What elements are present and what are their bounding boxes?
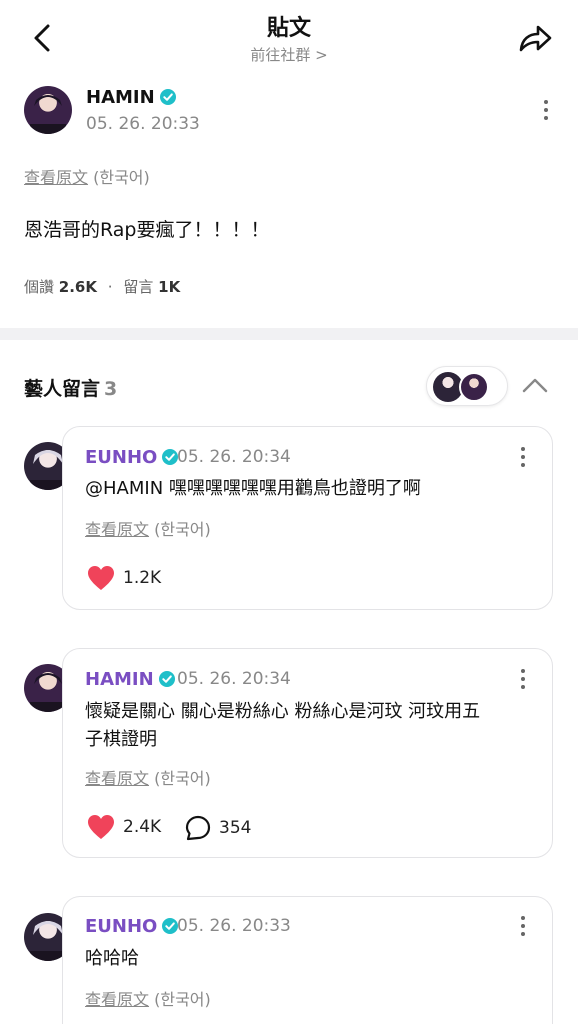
- heart-icon: [88, 566, 114, 590]
- chevron-up-icon: [522, 378, 548, 393]
- page-title: 貼文: [266, 16, 311, 41]
- collapse-button[interactable]: [520, 370, 550, 400]
- post-body-text: 恩浩哥的Rap要瘋了！！！！: [24, 219, 270, 241]
- comment-date: 05. 26. 20:33: [177, 916, 291, 936]
- more-vertical-icon: [521, 447, 525, 451]
- comment-card: EUNHO 05. 26. 20:33 哈哈哈 查看原文 (한국어): [62, 896, 553, 1024]
- comment-author-name[interactable]: EUNHO: [85, 447, 179, 468]
- artist-comments-title: 藝人留言 3: [24, 378, 118, 400]
- comment-bubble-icon: [185, 815, 211, 841]
- more-vertical-icon: [544, 100, 548, 104]
- comment-text: 哈哈哈: [85, 948, 139, 969]
- heart-icon: [88, 815, 114, 839]
- comment-view-original[interactable]: 查看原文 (한국어): [85, 516, 211, 540]
- verified-icon: [162, 449, 179, 465]
- more-vertical-icon: [521, 669, 525, 673]
- post-more-button[interactable]: [536, 98, 556, 122]
- comment-view-original[interactable]: 查看原文 (한국어): [85, 986, 211, 1010]
- post-date: 05. 26. 20:33: [86, 114, 200, 134]
- comment-card: EUNHO 05. 26. 20:34 @HAMIN 嘿嘿嘿嘿嘿嘿用鸛鳥也證明了…: [62, 426, 553, 610]
- go-to-community-link[interactable]: 前往社群 >: [0, 44, 578, 65]
- comment-like-count: 1.2K: [123, 568, 162, 588]
- comment-text: 懷疑是關心 關心是粉絲心 粉絲心是河玟 河玟用五 子棋證明: [85, 701, 481, 750]
- comment-date: 05. 26. 20:34: [177, 669, 291, 689]
- comment-date: 05. 26. 20:34: [177, 447, 291, 467]
- comment-reply-count: 354: [219, 818, 252, 838]
- post-stats: 個讚 2.6K · 留言 1K: [24, 278, 181, 296]
- verified-icon: [158, 671, 175, 687]
- comment-like-button[interactable]: 2.4K: [87, 814, 161, 840]
- comment-card: HAMIN 05. 26. 20:34 懷疑是關心 關心是粉絲心 粉絲心是河玟 …: [62, 648, 553, 858]
- artist-avatars-stack[interactable]: [426, 366, 508, 406]
- section-divider: [0, 328, 578, 340]
- comment-more-button[interactable]: [513, 445, 533, 469]
- post-comment-count: 1K: [158, 278, 181, 296]
- share-button[interactable]: [512, 18, 558, 58]
- comment-like-count: 2.4K: [123, 817, 162, 837]
- post-author-avatar[interactable]: [24, 86, 72, 134]
- more-vertical-icon: [521, 916, 525, 920]
- comment-more-button[interactable]: [513, 667, 533, 691]
- comment-more-button[interactable]: [513, 914, 533, 938]
- share-icon: [519, 25, 552, 52]
- comment-view-original[interactable]: 查看原文 (한국어): [85, 765, 211, 789]
- post-view-original[interactable]: 查看原文 (한국어): [24, 164, 150, 188]
- comment-reply-button[interactable]: 354: [185, 815, 251, 841]
- comment-like-button[interactable]: 1.2K: [87, 565, 161, 591]
- avatar: [459, 372, 489, 402]
- comment-author-name[interactable]: EUNHO: [85, 916, 179, 937]
- artist-comments-count: 3: [104, 378, 118, 400]
- post-author-name[interactable]: HAMIN: [86, 87, 176, 108]
- verified-icon: [162, 918, 179, 934]
- verified-icon: [159, 89, 176, 105]
- comment-author-name[interactable]: HAMIN: [85, 669, 175, 690]
- post-like-count: 2.6K: [58, 278, 97, 296]
- comment-text: @HAMIN 嘿嘿嘿嘿嘿嘿用鸛鳥也證明了啊: [85, 478, 421, 499]
